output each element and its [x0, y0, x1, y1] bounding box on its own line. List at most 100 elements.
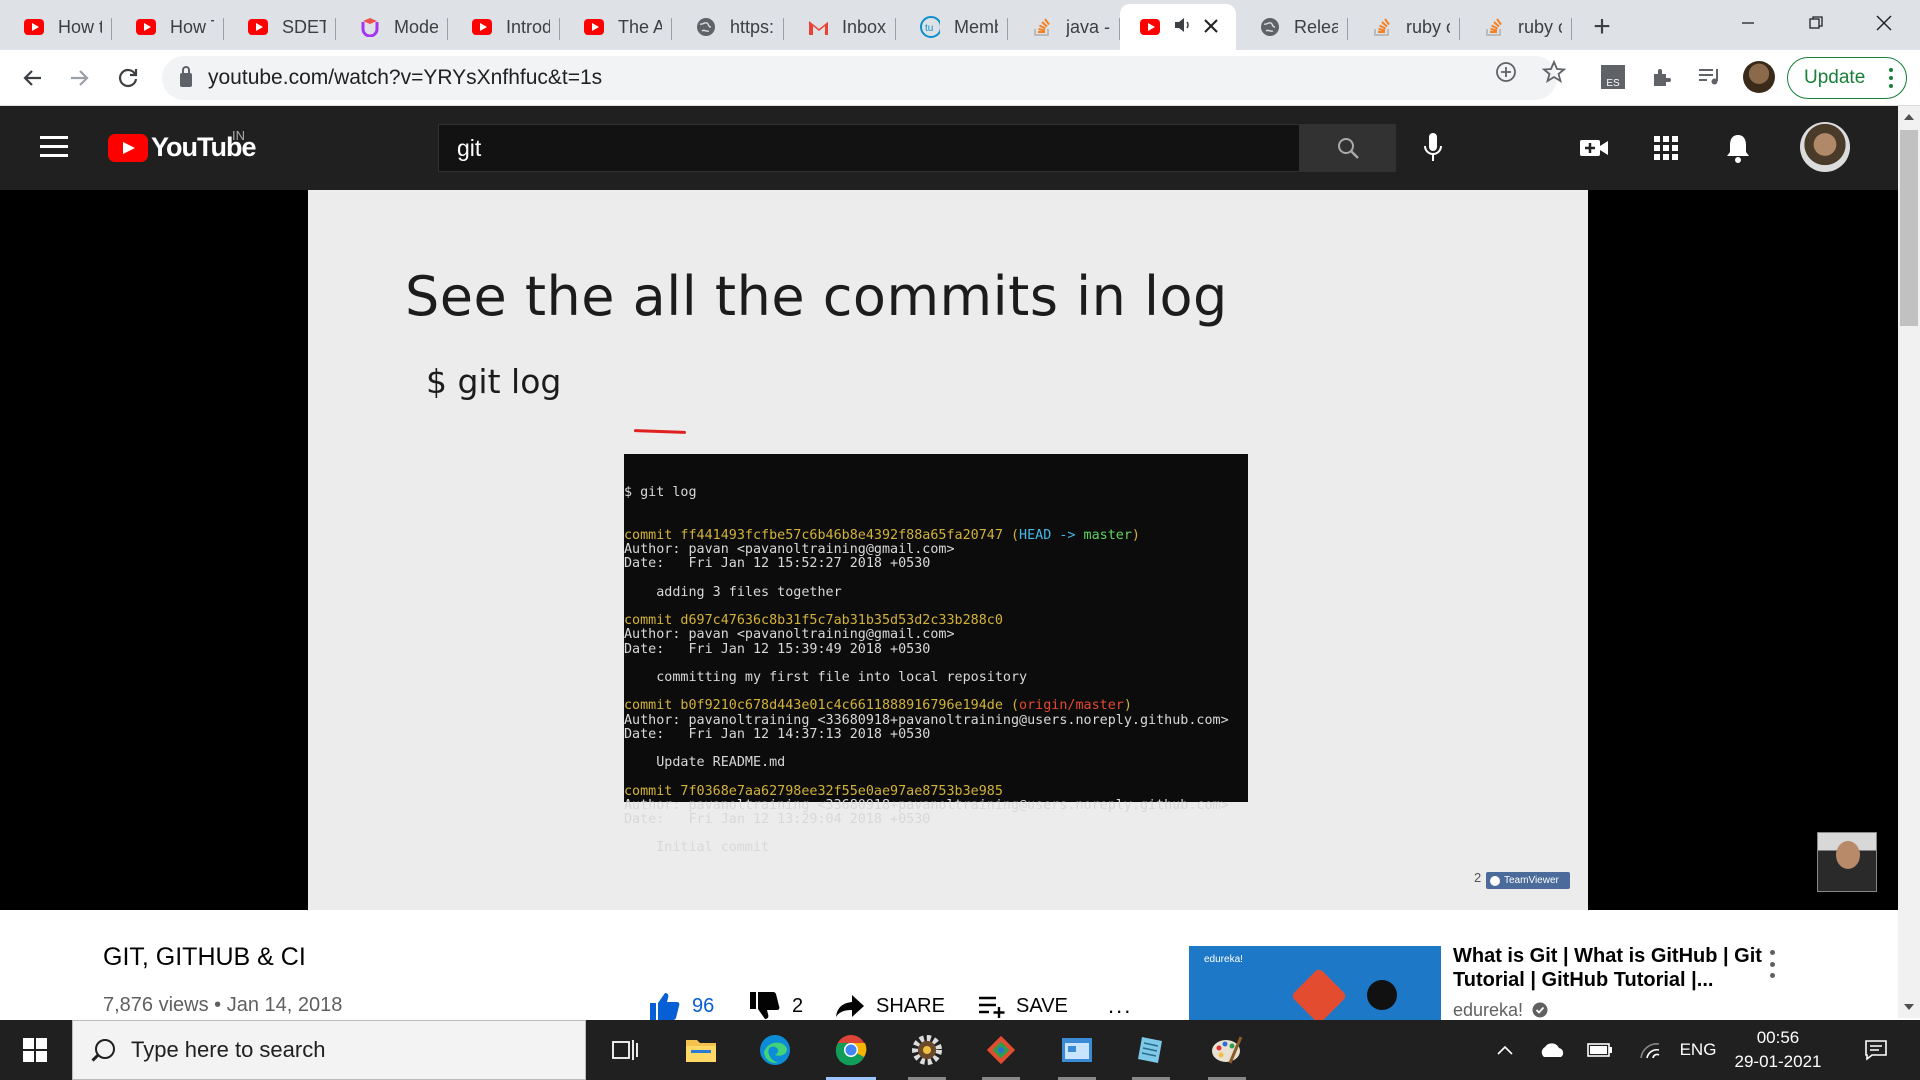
- browser-tab[interactable]: https:/: [672, 4, 784, 50]
- close-tab-icon[interactable]: [1204, 17, 1218, 38]
- browser-tab[interactable]: Introd: [448, 4, 560, 50]
- audio-playing-icon[interactable]: [1174, 17, 1204, 38]
- commit-entry: commit d697c47636c8b31f5c7ab31b35d53d2c3…: [624, 614, 1248, 685]
- notifications-button[interactable]: [1720, 130, 1756, 166]
- tab-label: ruby o: [1518, 16, 1562, 37]
- tu-icon: tu: [920, 16, 940, 38]
- more-actions-button[interactable]: ...: [1108, 990, 1132, 1022]
- scroll-up-arrow-icon[interactable]: [1898, 108, 1920, 126]
- system-clock[interactable]: 00:56 29-01-2021: [1718, 1026, 1838, 1074]
- start-button[interactable]: [0, 1020, 70, 1080]
- minimize-button[interactable]: [1714, 0, 1782, 46]
- task-view-button[interactable]: [592, 1020, 658, 1080]
- account-avatar[interactable]: [1800, 122, 1850, 172]
- address-bar[interactable]: youtube.com/watch?v=YRYsXnfhfuc&t=1s: [162, 56, 1557, 100]
- terminal-screenshot: $ git log commit ff441493fcfbe57c6b46b8e…: [624, 454, 1248, 855]
- new-tab-button[interactable]: +: [1582, 4, 1622, 50]
- apps-grid-button[interactable]: [1648, 130, 1684, 166]
- create-video-button[interactable]: [1576, 130, 1612, 166]
- back-button[interactable]: [16, 62, 48, 94]
- browser-tab[interactable]: SDET -: [224, 4, 336, 50]
- search-button[interactable]: [1300, 124, 1396, 172]
- browser-tab[interactable]: [1120, 4, 1236, 50]
- close-window-button[interactable]: [1850, 0, 1918, 46]
- browser-tab[interactable]: Moder: [336, 4, 448, 50]
- like-button[interactable]: 96: [648, 990, 714, 1022]
- profile-avatar[interactable]: [1743, 61, 1775, 93]
- browser-tab[interactable]: The Ar: [560, 4, 672, 50]
- scrollbar-thumb[interactable]: [1900, 130, 1918, 326]
- onedrive-icon[interactable]: [1536, 1020, 1568, 1080]
- action-center-button[interactable]: [1854, 1020, 1898, 1080]
- tab-label: The Ar: [618, 16, 662, 37]
- tab-label: How T: [170, 16, 214, 37]
- dislike-button[interactable]: 2: [748, 990, 803, 1022]
- control-panel-button[interactable]: [1044, 1020, 1110, 1080]
- bookmark-star-icon[interactable]: [1542, 60, 1566, 84]
- wifi-icon[interactable]: [1634, 1020, 1666, 1080]
- svg-text:tu: tu: [925, 23, 933, 34]
- thumbs-up-icon: [648, 991, 682, 1021]
- save-button[interactable]: SAVE: [978, 990, 1068, 1022]
- voice-search-button[interactable]: [1418, 130, 1448, 166]
- related-video-menu-icon[interactable]: [1766, 950, 1778, 978]
- share-arrow-icon: [834, 993, 866, 1019]
- chevron-up-icon: [1497, 1045, 1513, 1055]
- youtube-icon: [24, 17, 44, 37]
- related-video-title[interactable]: What is Git | What is GitHub | Git Tutor…: [1453, 944, 1765, 992]
- youtube-logo[interactable]: YouTube IN: [108, 128, 256, 163]
- scroll-down-arrow-icon[interactable]: [1898, 998, 1920, 1016]
- notepad-icon: [1138, 1037, 1162, 1063]
- browser-tab[interactable]: How to: [0, 4, 112, 50]
- taskbar-search-box[interactable]: Type here to search: [72, 1020, 586, 1080]
- search-input[interactable]: git: [438, 124, 1300, 172]
- hamburger-menu-icon[interactable]: [40, 136, 68, 158]
- share-button[interactable]: SHARE: [834, 990, 945, 1022]
- browser-tab[interactable]: Inbox (: [784, 4, 896, 50]
- search-query: git: [457, 134, 482, 161]
- forward-arrow-icon: [71, 70, 89, 86]
- settings-app-button[interactable]: [894, 1020, 960, 1080]
- browser-tab[interactable]: How T: [112, 4, 224, 50]
- video-player[interactable]: See the all the commits in log $ git log…: [0, 190, 1898, 910]
- task-view-icon: [612, 1040, 638, 1060]
- commit-hash-line: commit 7f0368e7aa62798ee32f55e0ae97ae875…: [624, 784, 1248, 799]
- edge-browser-button[interactable]: [742, 1020, 808, 1080]
- browser-tab[interactable]: ruby o: [1460, 4, 1572, 50]
- file-explorer-button[interactable]: [668, 1020, 734, 1080]
- restore-button[interactable]: [1782, 0, 1850, 46]
- bell-icon: [1727, 135, 1749, 163]
- git-gui-button[interactable]: [968, 1020, 1034, 1080]
- show-hidden-icons-button[interactable]: [1490, 1020, 1520, 1080]
- related-video-channel[interactable]: edureka!: [1453, 1000, 1548, 1021]
- clock-date: 29-01-2021: [1734, 1052, 1822, 1071]
- commit-message: Initial commit: [624, 840, 770, 856]
- battery-icon[interactable]: [1584, 1020, 1616, 1080]
- commit-author: Author: pavanoltraining <33680918+pavano…: [624, 712, 1229, 728]
- browser-tab[interactable]: ruby o: [1348, 4, 1460, 50]
- paint-app-button[interactable]: [1194, 1020, 1260, 1080]
- udemy-icon: [360, 17, 380, 37]
- forward-button[interactable]: [64, 62, 96, 94]
- browser-tab[interactable]: java - (: [1008, 4, 1120, 50]
- browser-tab[interactable]: Releas: [1236, 4, 1348, 50]
- extensions-puzzle-icon[interactable]: [1646, 62, 1676, 92]
- input-language-indicator[interactable]: ENG: [1676, 1020, 1720, 1080]
- tab-label: java - (: [1066, 16, 1110, 37]
- tab-label: Introd: [506, 16, 550, 37]
- remote-ref: origin/master: [1019, 698, 1124, 714]
- reload-button[interactable]: [112, 62, 144, 94]
- chrome-browser-button[interactable]: [818, 1020, 884, 1080]
- browser-tab[interactable]: tu Memb: [896, 4, 1008, 50]
- extension-es-icon[interactable]: ES: [1598, 62, 1628, 92]
- teamviewer-badge: TeamViewer: [1486, 872, 1570, 889]
- install-app-icon[interactable]: [1494, 60, 1518, 84]
- notepad-app-button[interactable]: [1118, 1020, 1184, 1080]
- stackoverflow-icon: [1032, 17, 1052, 37]
- update-button[interactable]: Update: [1787, 57, 1907, 99]
- apps-grid-icon: [1654, 136, 1678, 160]
- media-control-icon[interactable]: [1694, 62, 1724, 92]
- commit-message: Update README.md: [624, 755, 786, 771]
- reload-icon: [118, 68, 138, 88]
- related-video-thumbnail[interactable]: edureka!: [1189, 946, 1441, 1020]
